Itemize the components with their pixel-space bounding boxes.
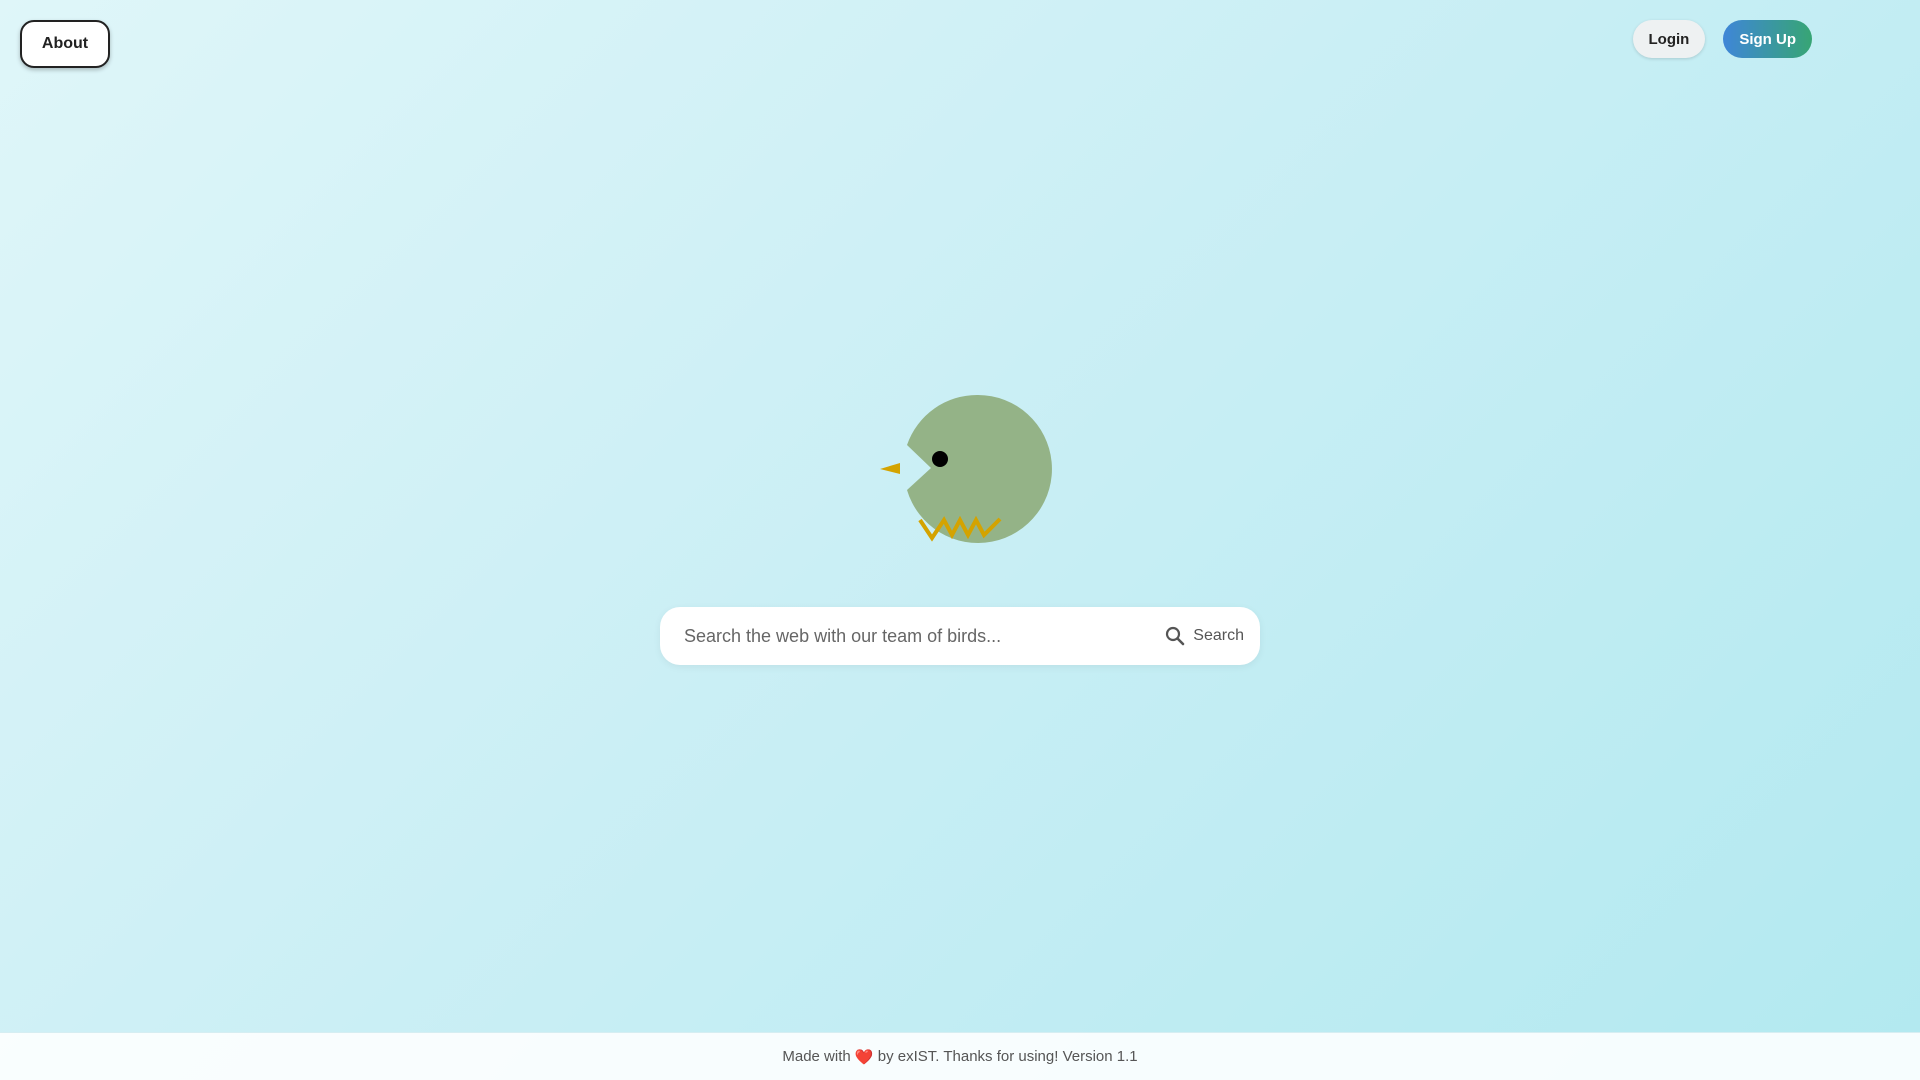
bird-logo-icon [880, 394, 1052, 543]
auth-buttons: Login Sign Up [1632, 20, 1812, 58]
signup-button[interactable]: Sign Up [1723, 20, 1812, 58]
search-bar: Search [660, 607, 1260, 665]
heart-icon: ❤️ [854, 1048, 874, 1066]
footer: Made with ❤️ by exIST. Thanks for using!… [0, 1032, 1920, 1080]
bird-beak [880, 463, 900, 474]
login-button[interactable]: Login [1632, 20, 1706, 58]
footer-prefix: Made with [782, 1048, 855, 1065]
bird-eye [932, 451, 948, 467]
search-button-label: Search [1193, 627, 1244, 644]
footer-suffix: by exIST. Thanks for using! Version 1.1 [873, 1048, 1138, 1065]
about-button[interactable]: About [20, 20, 110, 68]
search-icon [1166, 626, 1185, 646]
bird-body [907, 394, 1052, 543]
search-input[interactable] [684, 607, 1166, 665]
search-button[interactable]: Search [1165, 626, 1244, 646]
